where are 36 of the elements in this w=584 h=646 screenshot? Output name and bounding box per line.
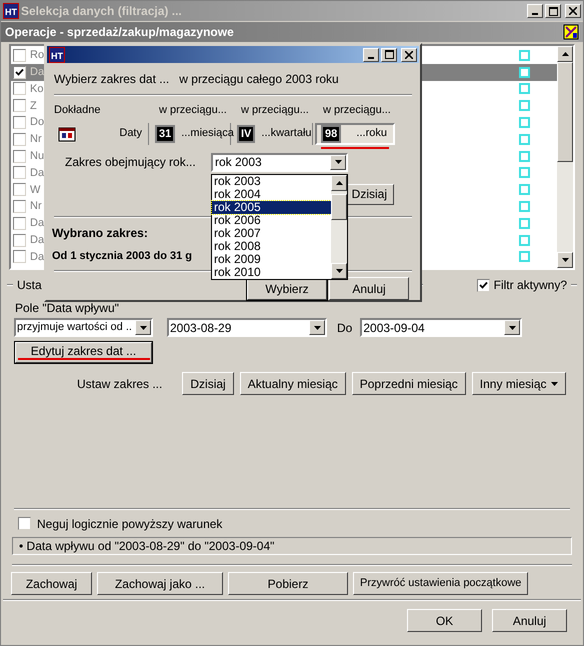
field-label: Pole "Data wpływu" — [15, 300, 119, 317]
field-name: Nr — [30, 132, 42, 148]
field-name: Z — [30, 98, 37, 114]
year-label: Zakres obejmujący rok... — [65, 154, 197, 171]
field-name: Da — [30, 216, 44, 232]
field-name: Da — [30, 166, 44, 181]
mode-heading: w przeciągu... — [158, 103, 228, 118]
result-heading: Wybrano zakres: — [52, 224, 148, 242]
field-name: Nr — [30, 199, 42, 214]
app-logo: HT — [3, 3, 19, 19]
result-text: Od 1 stycznia 2003 do 31 g — [52, 248, 192, 264]
field-name: Ko — [30, 82, 44, 97]
field-name: Da — [30, 64, 44, 80]
field-name: Da — [30, 250, 44, 265]
field-name: Do — [30, 115, 44, 130]
window-title: Selekcja danych (filtracja) ... — [21, 3, 183, 20]
period-badge: IV — [237, 124, 256, 142]
filter-active-label: Filtr aktywny? — [494, 277, 567, 294]
app-logo: HT — [49, 46, 65, 62]
dialog-prompt-detail: w przeciągu całego 2003 roku — [179, 71, 339, 88]
group-label: Usta — [17, 277, 42, 294]
to-label: Do — [337, 320, 352, 336]
summary-text: • Data wpływu od "2003-08-29" do "2003-09-04" — [19, 538, 276, 555]
range-label: Ustaw zakres ... — [77, 376, 162, 392]
mode-heading: w przeciągu... — [240, 103, 310, 118]
field-name: Da — [30, 232, 44, 248]
mode-heading: w przeciągu... — [322, 103, 392, 118]
period-badge: 31 — [155, 124, 176, 142]
mode-heading: Dokładne — [54, 103, 102, 118]
negate-label: Neguj logicznie powyższy warunek — [37, 516, 222, 532]
dialog-prompt: Wybierz zakres dat ... — [54, 71, 170, 88]
header-title: Operacje - sprzedaż/zakup/magazynowe — [5, 24, 235, 41]
field-name: Nu — [30, 148, 44, 164]
period-badge: 98 — [321, 124, 342, 142]
field-name: Ro — [30, 48, 44, 64]
field-name: W — [30, 182, 40, 198]
